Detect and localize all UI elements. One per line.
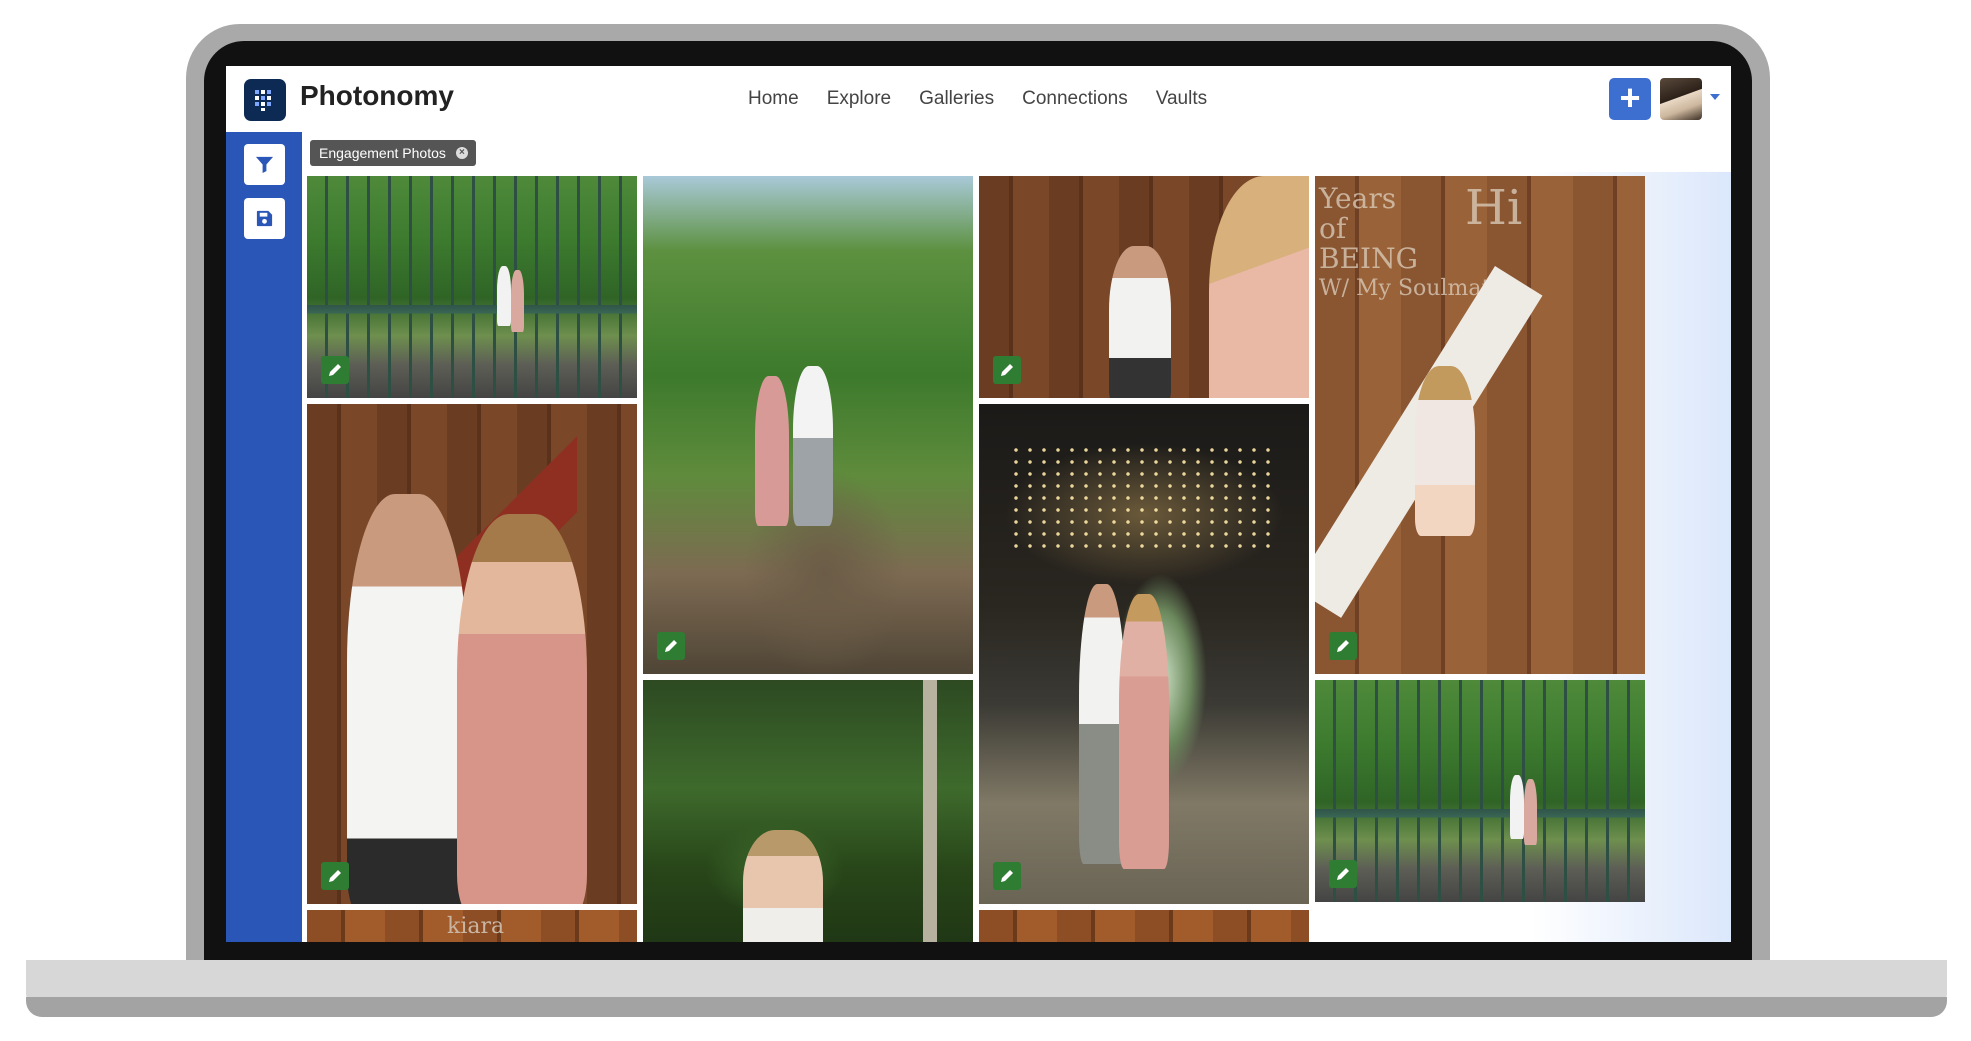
photo-tile[interactable]	[307, 176, 637, 398]
photo-tile[interactable]	[643, 176, 973, 674]
active-filters: Engagement Photos ×	[302, 132, 1731, 172]
photo-tile[interactable]: kiara	[307, 910, 637, 942]
edit-button[interactable]	[993, 862, 1021, 890]
photo-tile[interactable]	[979, 910, 1309, 942]
edit-button[interactable]	[321, 862, 349, 890]
pencil-icon	[1001, 364, 1013, 376]
photonomy-logo-icon[interactable]	[244, 79, 286, 121]
avatar[interactable]	[1660, 78, 1702, 120]
save-button[interactable]	[244, 198, 285, 239]
pencil-icon	[665, 640, 677, 652]
app-screen: Photonomy Home Explore Galleries Connect…	[226, 66, 1731, 942]
main-nav: Home Explore Galleries Connections Vault…	[748, 88, 1207, 110]
funnel-icon	[255, 156, 274, 174]
nav-home[interactable]: Home	[748, 88, 799, 110]
floppy-disk-icon	[256, 210, 273, 227]
laptop-base	[26, 960, 1947, 1000]
nav-galleries[interactable]: Galleries	[919, 88, 994, 110]
chalk-text-hi: Hi	[1465, 180, 1523, 236]
photo-tile[interactable]	[979, 404, 1309, 904]
pencil-icon	[1001, 870, 1013, 882]
brand-name[interactable]: Photonomy	[300, 80, 454, 112]
photo-tile[interactable]	[643, 680, 973, 942]
pencil-icon	[1337, 868, 1349, 880]
add-button[interactable]: +	[1609, 78, 1651, 120]
sidebar	[226, 132, 302, 942]
top-navbar: Photonomy Home Explore Galleries Connect…	[226, 66, 1731, 133]
edit-button[interactable]	[1329, 632, 1357, 660]
edit-button[interactable]	[993, 356, 1021, 384]
pencil-icon	[329, 870, 341, 882]
edit-button[interactable]	[321, 356, 349, 384]
nav-connections[interactable]: Connections	[1022, 88, 1128, 110]
filter-tag[interactable]: Engagement Photos ×	[310, 140, 476, 166]
pencil-icon	[329, 364, 341, 376]
photo-tile[interactable]	[307, 404, 637, 904]
photo-tile[interactable]	[1315, 680, 1645, 902]
close-icon[interactable]: ×	[455, 147, 468, 159]
chevron-down-icon[interactable]	[1710, 94, 1720, 100]
nav-vaults[interactable]: Vaults	[1156, 88, 1207, 110]
photo-tile[interactable]	[979, 176, 1309, 398]
chalk-text: kiara	[447, 914, 505, 939]
filter-tag-label: Engagement Photos	[319, 145, 446, 161]
pencil-icon	[1337, 640, 1349, 652]
photo-tile[interactable]: Years of BEING W/ My Soulmate Hi	[1315, 176, 1645, 674]
laptop-base-edge	[26, 997, 1947, 1017]
edit-button[interactable]	[1329, 860, 1357, 888]
nav-explore[interactable]: Explore	[827, 88, 891, 110]
filter-button[interactable]	[244, 144, 285, 185]
edit-button[interactable]	[657, 632, 685, 660]
photo-gallery: kiara Years of BEING W/ My Soulmate Hi	[302, 172, 1731, 942]
